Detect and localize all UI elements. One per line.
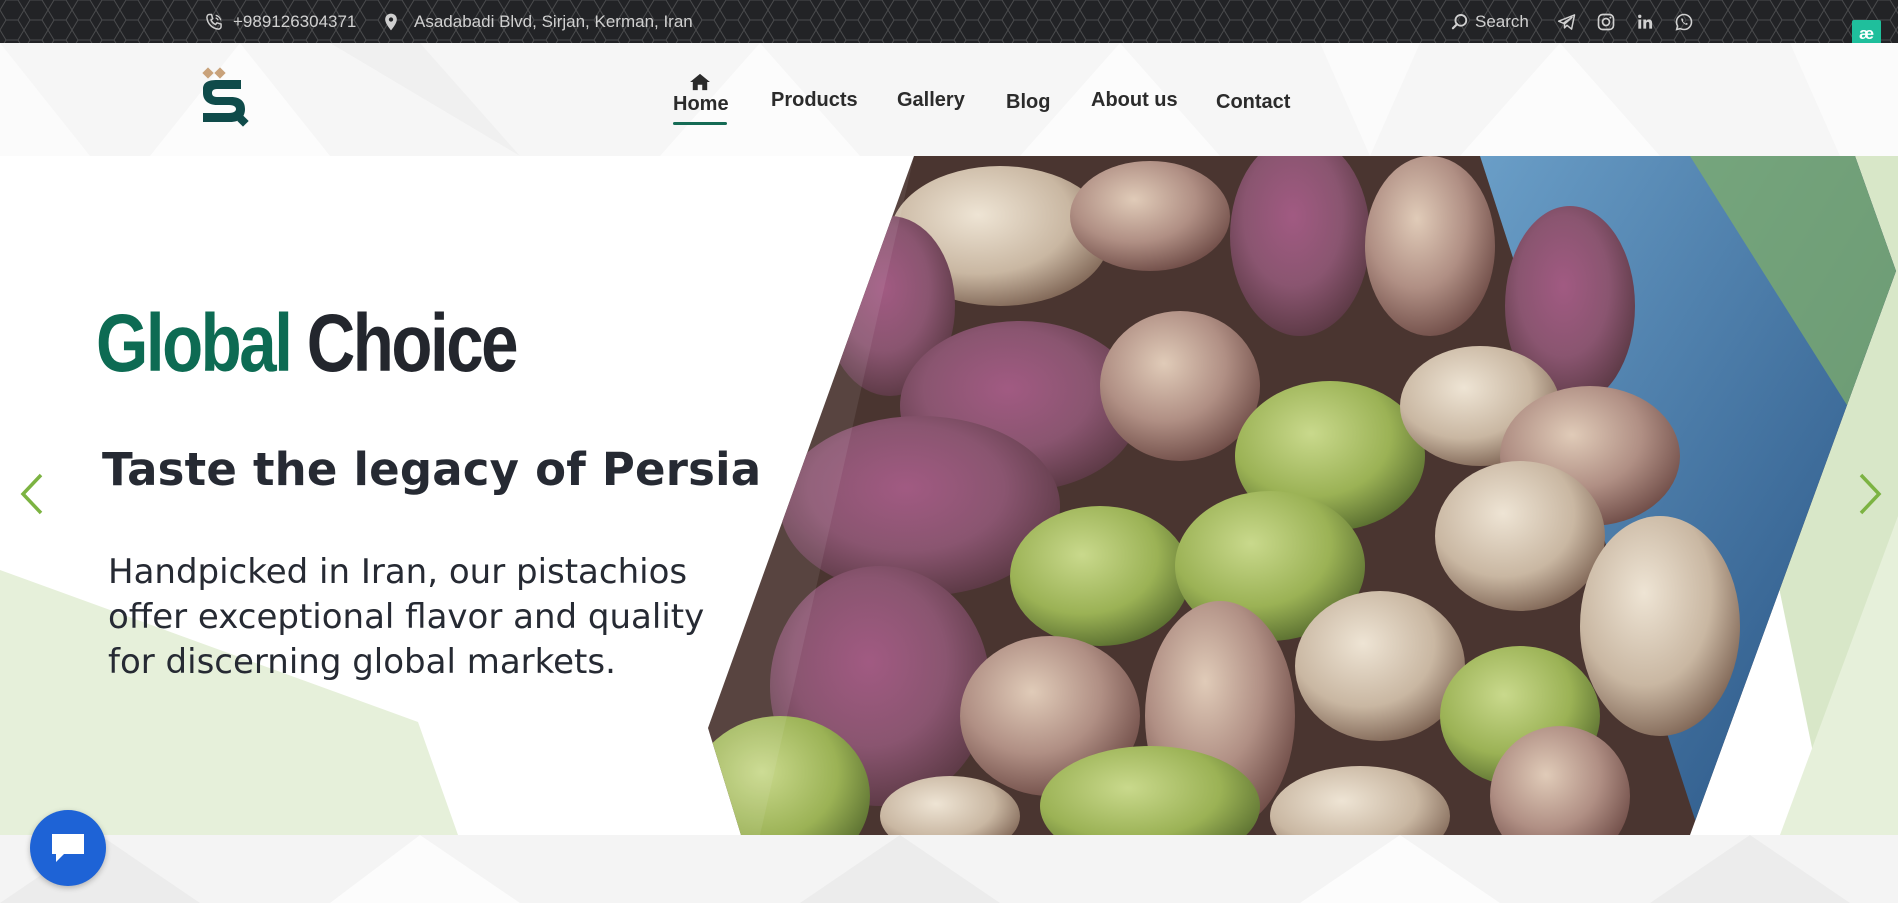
- top-bar: +989126304371 Asadabadi Blvd, Sirjan, Ke…: [0, 0, 1898, 43]
- slider-next-button[interactable]: [1855, 472, 1885, 516]
- site-header: Home Products Gallery Blog About us Cont…: [0, 43, 1898, 156]
- hero-pistachio-image: [708, 156, 1896, 835]
- next-section-strip: [0, 835, 1898, 903]
- nav-products[interactable]: Products: [771, 89, 858, 112]
- telegram-link[interactable]: [1556, 0, 1578, 43]
- topbar-search[interactable]: Search: [1449, 0, 1529, 43]
- search-label: Search: [1475, 11, 1529, 31]
- topbar-phone[interactable]: +989126304371: [203, 0, 356, 43]
- address-text: Asadabadi Blvd, Sirjan, Kerman, Iran: [414, 11, 693, 31]
- chat-bubble-icon: [52, 834, 84, 862]
- headline-word-global: Global: [96, 298, 293, 389]
- headline-word-choice: Choice: [306, 298, 519, 389]
- phone-icon: [203, 11, 225, 33]
- chat-widget-button[interactable]: [30, 810, 106, 886]
- nav-blog[interactable]: Blog: [1006, 91, 1050, 114]
- bottom-pattern: [0, 835, 1850, 903]
- chevron-left-icon: [20, 473, 43, 515]
- hero-subheading: Taste the legacy of Persia: [102, 443, 762, 496]
- site-logo[interactable]: [197, 67, 255, 129]
- nav-active-underline: [673, 122, 727, 125]
- hero-headline: Global Choice: [96, 303, 519, 385]
- slider-prev-button[interactable]: [17, 472, 47, 516]
- nav-gallery[interactable]: Gallery: [897, 89, 965, 112]
- whatsapp-link[interactable]: [1673, 0, 1695, 43]
- linkedin-link[interactable]: [1634, 0, 1656, 43]
- instagram-icon: [1595, 11, 1617, 33]
- location-pin-icon: [380, 11, 402, 33]
- linkedin-icon: [1634, 11, 1656, 33]
- nav-home-label: Home: [673, 93, 729, 115]
- whatsapp-icon: [1673, 11, 1695, 33]
- instagram-link[interactable]: [1595, 0, 1617, 43]
- home-icon: [690, 73, 710, 91]
- hero-slider: Global Choice Taste the legacy of Persia…: [0, 156, 1898, 835]
- chevron-right-icon: [1859, 473, 1882, 515]
- nav-about-us[interactable]: About us: [1091, 89, 1178, 112]
- nav-contact[interactable]: Contact: [1216, 91, 1290, 114]
- hero-description: Handpicked in Iran, our pistachios offer…: [108, 552, 705, 682]
- nav-home[interactable]: Home: [673, 73, 729, 125]
- phone-number: +989126304371: [233, 11, 357, 31]
- telegram-icon: [1556, 11, 1578, 33]
- topbar-address[interactable]: Asadabadi Blvd, Sirjan, Kerman, Iran: [380, 0, 693, 43]
- search-icon: [1449, 11, 1471, 33]
